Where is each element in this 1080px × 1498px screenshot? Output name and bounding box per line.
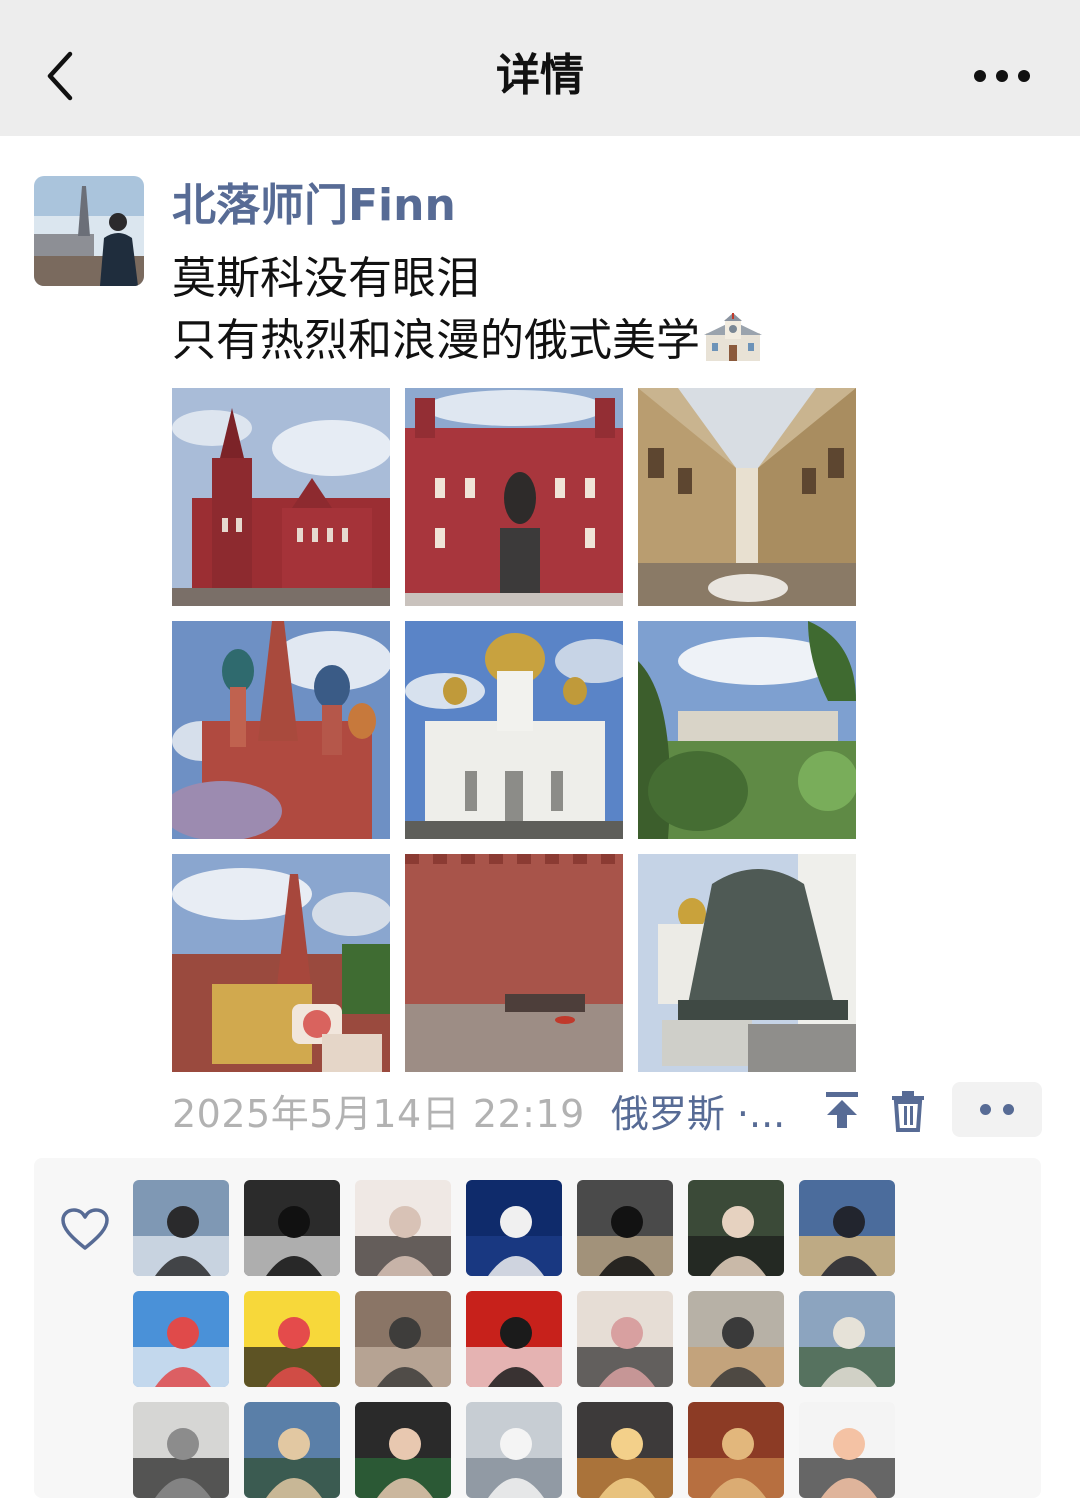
avatar-girl-dark[interactable] (355, 1180, 451, 1276)
avatar-sea-man[interactable] (133, 1180, 229, 1276)
avatar-pyramid[interactable] (688, 1291, 784, 1387)
post-text-content: 莫斯科没有眼泪 只有热烈和浪漫的俄式美学 (172, 253, 700, 366)
comment-options-button[interactable] (952, 1082, 1042, 1137)
avatar-sunset-girl[interactable] (799, 1180, 895, 1276)
dot-icon (1003, 1104, 1014, 1115)
post-text: 莫斯科没有眼泪 只有热烈和浪漫的俄式美学 (172, 248, 762, 372)
post-meta: 2025年5月14日 22:19 俄罗斯 ·... (172, 1086, 785, 1136)
author-name[interactable]: 北落师门Finn (172, 178, 456, 234)
avatar-girl-food[interactable] (355, 1402, 451, 1498)
dot-icon (1018, 70, 1030, 82)
trash-icon (892, 1091, 924, 1132)
avatar-red-wall[interactable] (466, 1291, 562, 1387)
heart-icon (60, 1208, 110, 1252)
photo-tsar-bell[interactable] (638, 854, 856, 1072)
likes-panel (34, 1158, 1041, 1498)
avatar-portrait-bw[interactable] (133, 1402, 229, 1498)
photo-christ-saviour-cathedral[interactable] (405, 621, 623, 839)
page-title: 详情 (496, 50, 584, 101)
avatar-bw-art[interactable] (244, 1180, 340, 1276)
avatar-boy-jacket[interactable] (577, 1180, 673, 1276)
photo-grid (172, 388, 858, 1074)
avatar-boy-black[interactable] (688, 1180, 784, 1276)
post-time: 2025年5月14日 22:19 (172, 1091, 585, 1136)
photo-red-museum-tower[interactable] (172, 388, 390, 606)
photo-kremlin-tower-card[interactable] (172, 854, 390, 1072)
avatar-cat[interactable] (355, 1291, 451, 1387)
avatar-art-pattern[interactable] (688, 1402, 784, 1498)
dot-icon (974, 70, 986, 82)
church-emoji-icon (704, 313, 762, 361)
avatar-bench-tree[interactable] (799, 1291, 895, 1387)
pin-button[interactable] (822, 1090, 862, 1130)
avatar-ice[interactable] (466, 1402, 562, 1498)
post-location[interactable]: 俄罗斯 ·... (611, 1083, 785, 1138)
photo-gum-arcade[interactable] (638, 388, 856, 606)
avatar-cartoon-beach[interactable] (133, 1291, 229, 1387)
photo-st-basils-cathedral[interactable] (172, 621, 390, 839)
pin-top-icon (826, 1092, 858, 1128)
dot-icon (980, 1104, 991, 1115)
avatar-kid[interactable] (577, 1291, 673, 1387)
avatar-palms[interactable] (244, 1402, 340, 1498)
photo-red-museum-statue[interactable] (405, 388, 623, 606)
avatar-crayon[interactable] (799, 1402, 895, 1498)
dot-icon (996, 70, 1008, 82)
avatar-pikachu[interactable] (244, 1291, 340, 1387)
more-button[interactable] (974, 58, 1030, 94)
delete-button[interactable] (890, 1090, 926, 1132)
avatar-night-boy[interactable] (466, 1180, 562, 1276)
author-avatar[interactable] (34, 176, 144, 286)
photo-kremlin-wall[interactable] (405, 854, 623, 1072)
top-bar: 详情 (0, 0, 1080, 136)
avatar-sunset[interactable] (577, 1402, 673, 1498)
photo-garden-view[interactable] (638, 621, 856, 839)
